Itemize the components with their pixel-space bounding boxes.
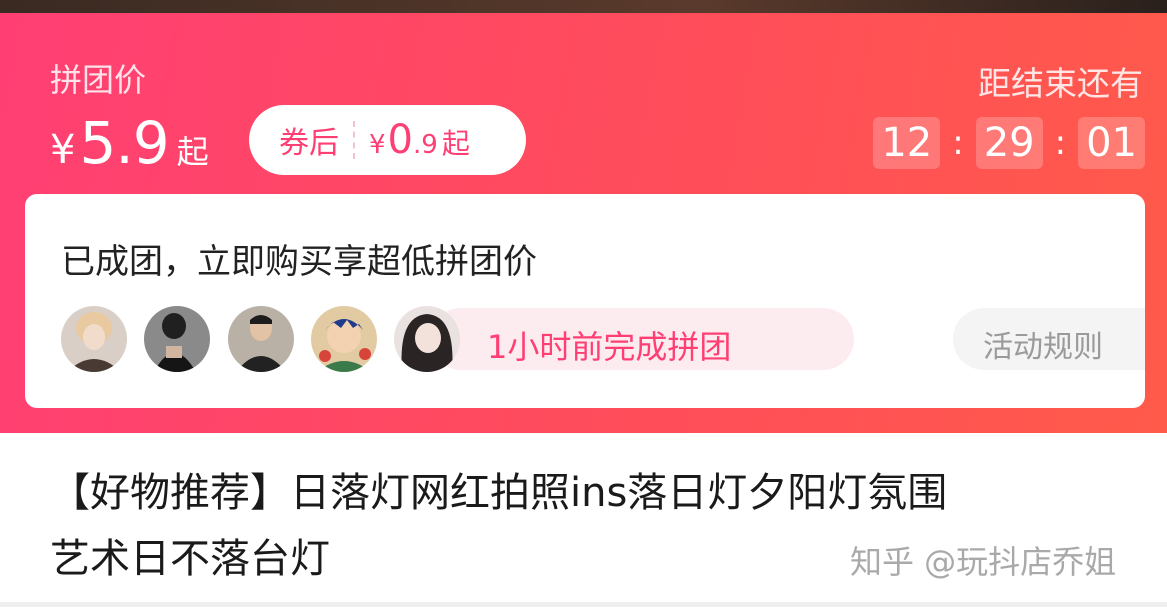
activity-rules-button[interactable]: 活动规则 [953, 308, 1145, 370]
group-status-card: 已成团，立即购买享超低拼团价 1小时前完成拼团 活动规则 [25, 194, 1145, 408]
coupon-suffix: 起 [441, 127, 470, 160]
group-price: ¥ 5.9 起 [50, 109, 209, 177]
countdown-seconds: 01 [1078, 117, 1145, 169]
group-status-title: 已成团，立即购买享超低拼团价 [61, 242, 537, 282]
coupon-integer: 0 [387, 117, 413, 163]
countdown-minutes: 29 [975, 117, 1043, 169]
price-suffix: 起 [176, 133, 209, 171]
countdown-hours: 12 [873, 117, 941, 169]
watermark: 知乎 @玩抖店乔姐 [850, 543, 1117, 581]
countdown-separator: : [952, 123, 964, 163]
group-buy-banner: 拼团价 ¥ 5.9 起 券后 ¥ 0 .9 起 距结束还有 12 : 29 : … [0, 13, 1167, 433]
top-image-strip [0, 0, 1167, 13]
price-amount: 5.9 [79, 109, 169, 177]
group-completed-pill: 1小时前完成拼团 [430, 308, 854, 370]
countdown-timer: 12 : 29 : 01 [873, 117, 1145, 169]
coupon-price: ¥ 0 .9 起 [369, 117, 470, 163]
avatar [61, 306, 127, 372]
group-price-label: 拼团价 [50, 61, 147, 99]
countdown-label: 距结束还有 [978, 64, 1143, 103]
avatar [228, 306, 294, 372]
coupon-currency: ¥ [369, 130, 386, 160]
avatar [394, 306, 460, 372]
coupon-label: 券后 [279, 126, 339, 161]
avatar [144, 306, 210, 372]
coupon-divider [353, 121, 355, 159]
price-currency: ¥ [50, 127, 76, 173]
product-title-line1: 【好物推荐】日落灯网红拍照ins落日灯夕阳灯氛围 [50, 470, 948, 516]
activity-rules-label: 活动规则 [983, 330, 1103, 365]
divider [0, 602, 1167, 607]
coupon-decimal: .9 [413, 130, 438, 160]
avatar [311, 306, 377, 372]
group-completed-text: 1小时前完成拼团 [487, 328, 732, 366]
countdown-separator: : [1054, 123, 1067, 163]
coupon-price-pill[interactable]: 券后 ¥ 0 .9 起 [249, 105, 526, 175]
